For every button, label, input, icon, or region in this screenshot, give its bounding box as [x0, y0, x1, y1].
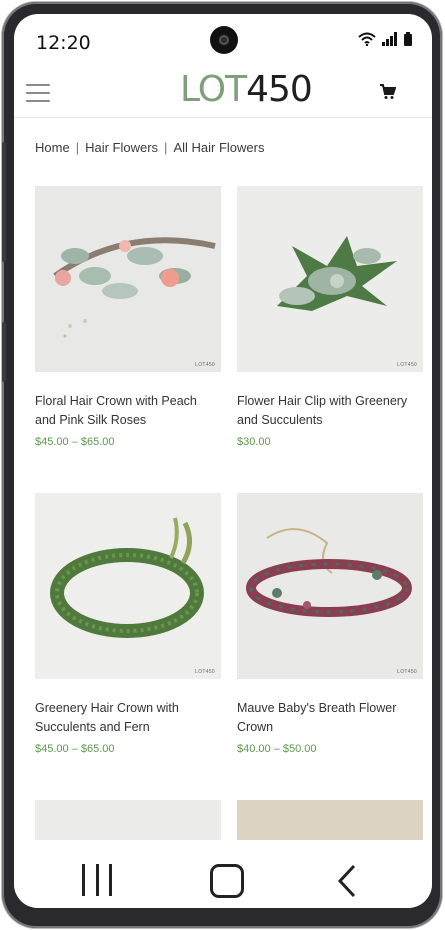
product-card[interactable]: LOT450 Mauve Baby's Breath Flower Crown … [237, 493, 423, 755]
front-camera [210, 26, 238, 54]
product-price: $45.00 – $65.00 [35, 743, 115, 755]
product-card[interactable]: LOT450 Greenery Hair Crown with Succulen… [35, 493, 221, 755]
status-bar: 12:20 [14, 14, 432, 66]
home-icon[interactable] [210, 864, 244, 898]
image-watermark: LOT450 [195, 669, 215, 675]
product-image[interactable]: LOT450 [35, 493, 221, 679]
breadcrumb-all-hair-flowers: All Hair Flowers [173, 140, 265, 155]
product-title[interactable]: Flower Hair Clip with Greenery and Succu… [237, 392, 423, 430]
product-title[interactable]: Mauve Baby's Breath Flower Crown [237, 699, 423, 737]
product-card[interactable] [237, 800, 423, 840]
cart-icon[interactable] [380, 84, 396, 100]
product-image[interactable]: LOT450 [237, 493, 423, 679]
app-header: LOT450 [14, 70, 432, 118]
image-watermark: LOT450 [397, 362, 417, 368]
hamburger-menu-icon[interactable] [26, 82, 50, 104]
logo-number-text: 450 [246, 69, 313, 110]
breadcrumb-home[interactable]: Home [35, 140, 70, 155]
breadcrumb: Home | Hair Flowers | All Hair Flowers [35, 140, 264, 155]
image-watermark: LOT450 [195, 362, 215, 368]
product-image[interactable]: LOT450 [35, 186, 221, 372]
image-watermark: LOT450 [397, 669, 417, 675]
product-image[interactable] [237, 800, 423, 840]
product-title[interactable]: Floral Hair Crown with Peach and Pink Si… [35, 392, 221, 430]
screen: 12:20 LOT450 Home | Hair Flowers | All H… [14, 14, 432, 908]
logo-lot-text: LOT [180, 69, 247, 110]
volume-button [2, 142, 6, 262]
back-icon[interactable] [336, 864, 360, 898]
breadcrumb-hair-flowers[interactable]: Hair Flowers [85, 140, 158, 155]
product-price: $45.00 – $65.00 [35, 436, 115, 448]
product-title[interactable]: Greenery Hair Crown with Succulents and … [35, 699, 221, 737]
system-nav-bar [14, 842, 432, 908]
breadcrumb-separator: | [164, 140, 168, 155]
product-card[interactable] [35, 800, 221, 840]
product-image[interactable] [35, 800, 221, 840]
status-icons [358, 32, 412, 46]
phone-frame: 12:20 LOT450 Home | Hair Flowers | All H… [2, 2, 442, 928]
product-price: $40.00 – $50.00 [237, 743, 317, 755]
product-price: $30.00 [237, 436, 271, 448]
site-logo[interactable]: LOT450 [180, 69, 313, 110]
breadcrumb-separator: | [75, 140, 80, 155]
status-time: 12:20 [36, 32, 91, 54]
power-button [2, 322, 6, 382]
signal-icon [382, 32, 397, 46]
product-card[interactable]: LOT450 Flower Hair Clip with Greenery an… [237, 186, 423, 448]
battery-icon [404, 32, 412, 46]
wifi-icon [358, 32, 376, 46]
product-card[interactable]: LOT450 Floral Hair Crown with Peach and … [35, 186, 221, 448]
product-image[interactable]: LOT450 [237, 186, 423, 372]
recent-apps-icon[interactable] [82, 864, 112, 898]
